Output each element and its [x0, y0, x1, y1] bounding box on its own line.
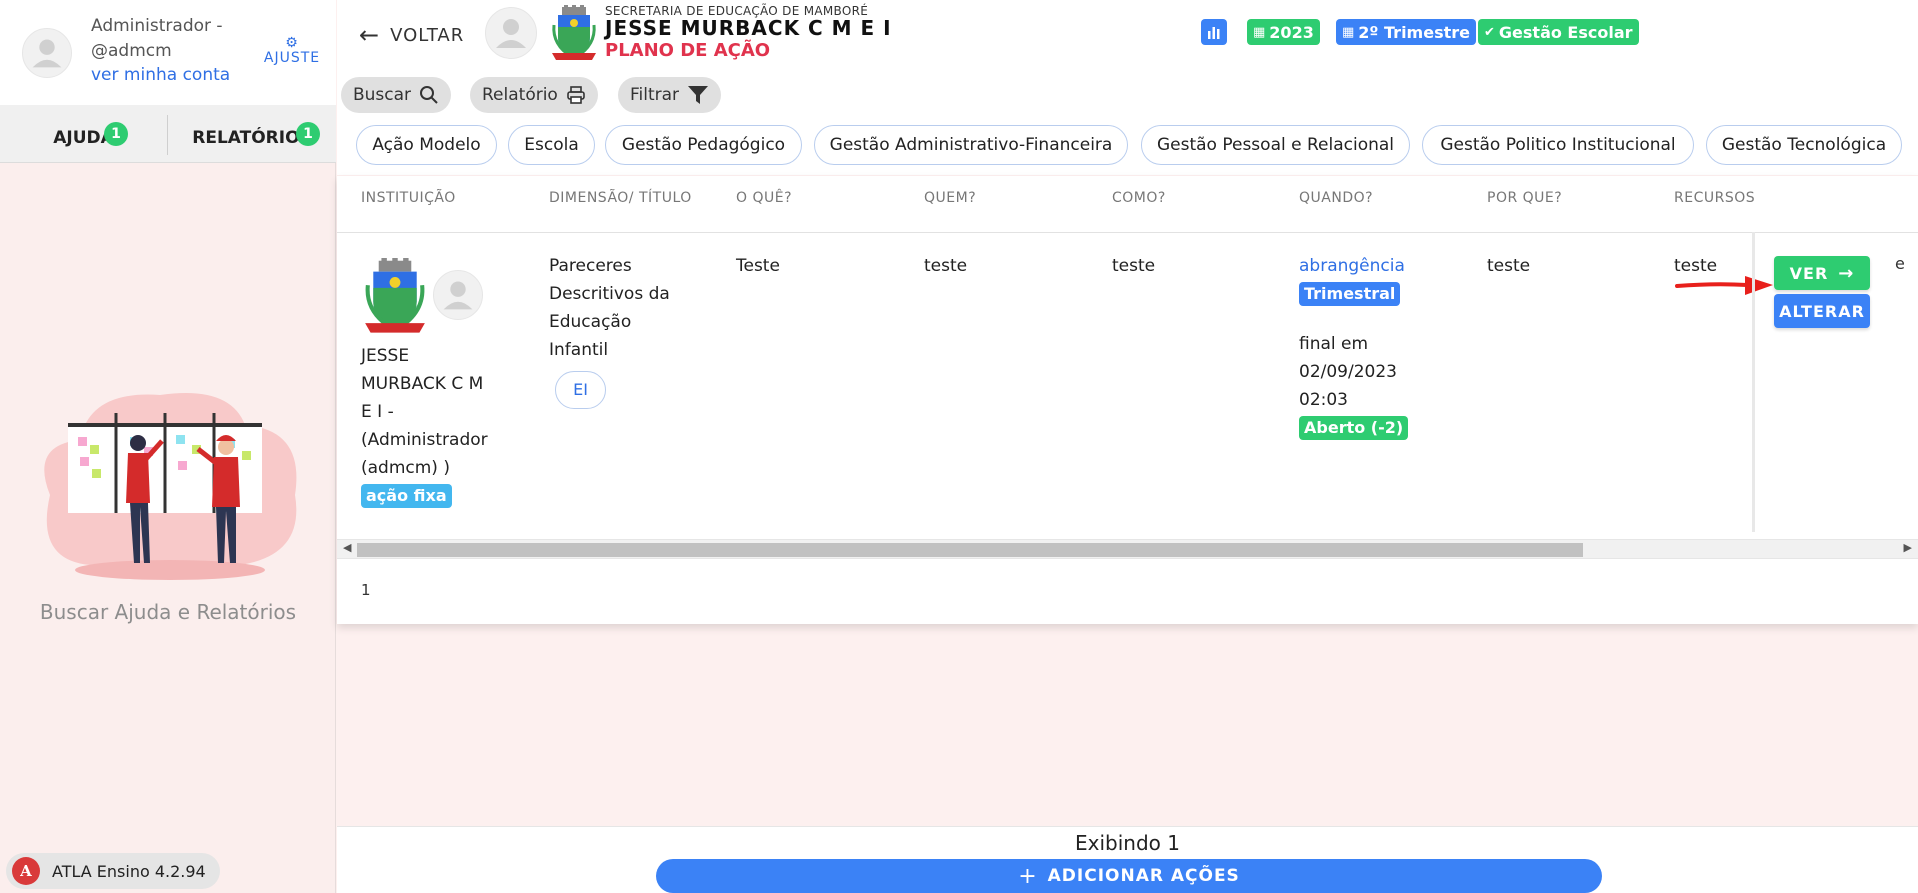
- page-title: JESSE MURBACK C M E I: [605, 16, 892, 40]
- page-subtitle: PLANO DE AÇÃO: [605, 40, 771, 61]
- year-chip[interactable]: ▦ 2023: [1247, 19, 1320, 45]
- my-account-link[interactable]: ver minha conta: [91, 65, 230, 85]
- scrollbar-thumb[interactable]: [357, 543, 1583, 557]
- check-circle-icon: ✔: [1484, 24, 1495, 40]
- municipal-crest-icon: [552, 5, 596, 60]
- back-label: VOLTAR: [390, 24, 465, 46]
- calendar-icon: ▦: [1342, 24, 1355, 40]
- horizontal-scrollbar[interactable]: ◀ ▶: [337, 539, 1918, 559]
- user-icon: [32, 39, 62, 68]
- cell-dimensao: Pareceres Descritivos da Educação Infant…: [549, 256, 670, 360]
- edit-button[interactable]: ALTERAR: [1774, 294, 1870, 328]
- cell-instituicao: JESSE MURBACK C M E I - (Administrador (…: [361, 342, 541, 510]
- user-name: Administrador - @admcm: [91, 16, 223, 61]
- bottom-bar: Exibindo 1 + ADICIONAR AÇÕES: [337, 826, 1918, 893]
- report-label: Relatório: [482, 85, 558, 105]
- reports-count-badge: 1: [296, 122, 320, 146]
- help-caption: Buscar Ajuda e Relatórios: [39, 600, 297, 624]
- version-label: ATLA Ensino 4.2.94: [52, 861, 206, 881]
- col-header-por-que: POR QUE?: [1487, 190, 1563, 206]
- filter-icon: [687, 85, 709, 105]
- col-header-recursos: RECURSOS: [1674, 190, 1756, 206]
- filter-gestao-pedagogico[interactable]: Gestão Pedagógico: [605, 125, 802, 165]
- user-avatar[interactable]: [22, 28, 72, 78]
- municipal-crest-icon: [365, 258, 425, 333]
- cell-por-que: teste: [1487, 256, 1531, 276]
- arrow-left-icon: ←: [359, 21, 381, 49]
- red-arrow-annotation-icon: [1675, 276, 1773, 295]
- cell-como: teste: [1112, 256, 1156, 276]
- filter-gestao-pessoal-relacional[interactable]: Gestão Pessoal e Relacional: [1141, 125, 1410, 165]
- scope-link[interactable]: abrangência: [1299, 252, 1479, 280]
- dimension-chip-ei[interactable]: EI: [555, 371, 606, 409]
- scroll-left-icon[interactable]: ◀: [343, 541, 351, 554]
- result-count: Exibindo 1: [1075, 831, 1180, 855]
- page-number[interactable]: 1: [361, 581, 371, 599]
- search-button[interactable]: Buscar: [341, 77, 452, 113]
- plus-icon: +: [1018, 863, 1038, 889]
- overflow-text: e: [1895, 254, 1905, 273]
- filter-acao-modelo[interactable]: Ação Modelo: [356, 125, 497, 165]
- school-avatar[interactable]: [485, 7, 537, 59]
- col-header-o-que: O QUÊ?: [736, 190, 793, 206]
- atla-logo-icon: A: [12, 857, 40, 885]
- gear-icon: ⚙: [285, 35, 299, 51]
- user-block: Administrador - @admcm ver minha conta ⚙…: [0, 0, 336, 105]
- stats-chip[interactable]: [1201, 19, 1227, 45]
- top-bar: ← VOLTAR SECRETARIA DE EDUCAÇÃO DE MAMBO…: [337, 0, 1918, 175]
- add-actions-button[interactable]: + ADICIONAR AÇÕES: [656, 859, 1602, 893]
- user-icon: [496, 19, 526, 48]
- view-button[interactable]: VER →: [1774, 256, 1870, 290]
- sidebar: Administrador - @admcm ver minha conta ⚙…: [0, 0, 336, 893]
- tab-help[interactable]: AJUDA: [0, 105, 167, 163]
- filter-escola[interactable]: Escola: [508, 125, 595, 165]
- year-label: 2023: [1269, 22, 1314, 42]
- search-label: Buscar: [353, 85, 412, 105]
- col-header-quem: QUEM?: [924, 190, 977, 206]
- calendar-icon: ▦: [1253, 24, 1266, 40]
- search-icon: [419, 85, 439, 105]
- management-label: Gestão Escolar: [1498, 22, 1633, 42]
- cell-quem: teste: [924, 256, 968, 276]
- sticky-column-divider: [1752, 232, 1755, 532]
- printer-icon: [566, 85, 586, 105]
- filter-label: Filtrar: [630, 85, 680, 105]
- settings-label: AJUSTE: [263, 50, 321, 66]
- bar-chart-icon: [1208, 27, 1220, 39]
- help-tabs: AJUDA 1 RELATÓRIOS 1: [0, 105, 336, 163]
- col-header-quando: QUANDO?: [1299, 190, 1374, 206]
- arrow-right-icon: →: [1838, 262, 1855, 284]
- cell-quando: abrangência Trimestral final em 02/09/20…: [1299, 252, 1479, 442]
- version-chip[interactable]: A ATLA Ensino 4.2.94: [6, 853, 220, 889]
- action-table: INSTITUIÇÃO DIMENSÃO/ TÍTULO O QUÊ? QUEM…: [337, 176, 1918, 624]
- filter-gestao-politico-institucional[interactable]: Gestão Politico Institucional: [1422, 125, 1694, 165]
- user-icon: [443, 281, 473, 310]
- tab-reports-label: RELATÓRIOS: [192, 128, 312, 148]
- frequency-badge: Trimestral: [1299, 282, 1401, 306]
- management-chip[interactable]: ✔ Gestão Escolar: [1478, 19, 1639, 45]
- main-content: ← VOLTAR SECRETARIA DE EDUCAÇÃO DE MAMBO…: [337, 0, 1918, 893]
- col-header-instituicao: INSTITUIÇÃO: [361, 190, 456, 206]
- term-label: 2º Trimestre: [1358, 22, 1470, 42]
- view-label: VER: [1789, 263, 1829, 283]
- cell-o-que: Teste: [736, 256, 780, 276]
- back-button[interactable]: ← VOLTAR: [359, 21, 465, 49]
- filter-button[interactable]: Filtrar: [618, 77, 722, 113]
- settings-button[interactable]: ⚙ AJUSTE: [258, 36, 326, 66]
- help-count-badge: 1: [104, 122, 128, 146]
- filter-gestao-tecnologica[interactable]: Gestão Tecnológica: [1706, 125, 1902, 165]
- report-button[interactable]: Relatório: [470, 77, 598, 113]
- col-header-dimensao: DIMENSÃO/ TÍTULO: [549, 190, 692, 206]
- help-illustration: [44, 393, 297, 580]
- filter-gestao-administrativo-financeira[interactable]: Gestão Administrativo-Financeira: [814, 125, 1128, 165]
- term-chip[interactable]: ▦ 2º Trimestre: [1336, 19, 1476, 45]
- status-badge: Aberto (-2): [1299, 416, 1409, 440]
- col-header-como: COMO?: [1112, 190, 1166, 206]
- fixed-action-badge: ação fixa: [361, 484, 452, 508]
- header-divider: [337, 232, 1918, 233]
- scroll-right-icon[interactable]: ▶: [1904, 541, 1912, 554]
- row-avatar: [433, 270, 483, 320]
- add-actions-label: ADICIONAR AÇÕES: [1047, 866, 1240, 886]
